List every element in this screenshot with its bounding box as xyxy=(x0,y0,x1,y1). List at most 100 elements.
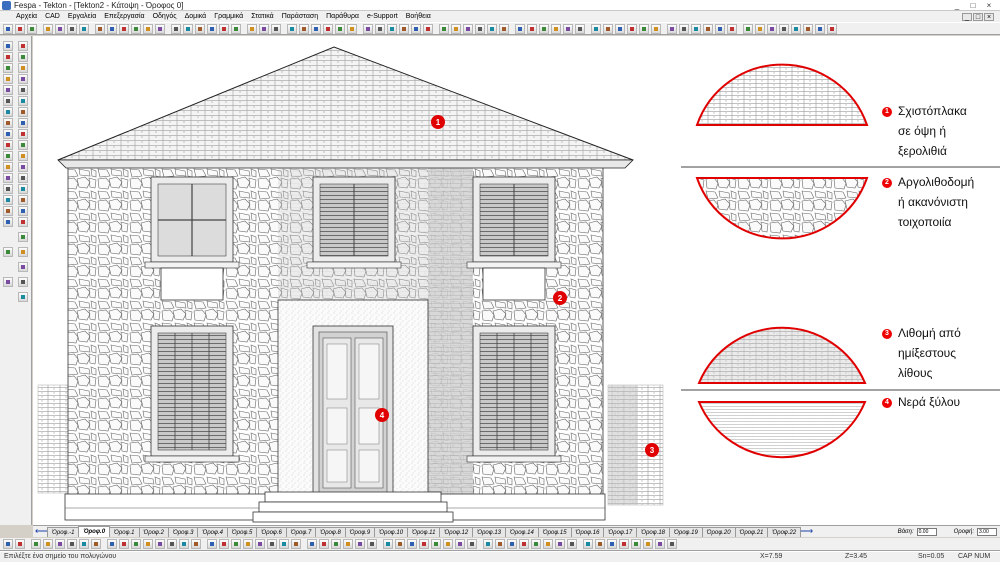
cad-tool-icon[interactable] xyxy=(18,96,28,106)
tool-icon[interactable] xyxy=(55,23,65,34)
cad-tool-icon[interactable] xyxy=(18,129,28,139)
tool-icon[interactable] xyxy=(79,23,89,34)
tool-icon[interactable] xyxy=(107,23,117,34)
tool-icon[interactable] xyxy=(31,539,41,549)
tool-icon[interactable] xyxy=(219,23,229,34)
cad-tool-icon[interactable] xyxy=(18,74,28,84)
tool-icon[interactable] xyxy=(439,23,449,34)
menu-esupport[interactable]: e-Support xyxy=(363,13,402,20)
cad-tool-icon[interactable] xyxy=(3,151,13,161)
tool-icon[interactable] xyxy=(143,539,153,549)
tool-icon[interactable] xyxy=(131,23,141,34)
close-button[interactable]: × xyxy=(982,1,996,10)
tool-icon[interactable] xyxy=(603,23,613,34)
floor-tab[interactable]: Όροφ.12 xyxy=(439,527,474,537)
tool-icon[interactable] xyxy=(411,23,421,34)
doc-close-button[interactable]: × xyxy=(984,12,994,21)
tool-icon[interactable] xyxy=(443,539,453,549)
minimize-button[interactable]: _ xyxy=(950,1,964,10)
tool-icon[interactable] xyxy=(743,23,753,34)
tool-icon[interactable] xyxy=(387,23,397,34)
cad-tool-icon[interactable] xyxy=(3,129,13,139)
tool-icon[interactable] xyxy=(567,539,577,549)
floor-tab[interactable]: Όροφ.6 xyxy=(256,527,287,537)
cad-tool-icon[interactable] xyxy=(3,247,13,257)
tool-icon[interactable] xyxy=(551,23,561,34)
tool-icon[interactable] xyxy=(143,23,153,34)
tool-icon[interactable] xyxy=(119,23,129,34)
cad-tool-icon[interactable] xyxy=(3,195,13,205)
tool-icon[interactable] xyxy=(219,539,229,549)
cad-tool-icon[interactable] xyxy=(18,247,28,257)
tool-icon[interactable] xyxy=(727,23,737,34)
floor-tab[interactable]: Όροφ.19 xyxy=(669,527,703,537)
tool-icon[interactable] xyxy=(703,23,713,34)
tool-icon[interactable] xyxy=(231,23,241,34)
tool-icon[interactable] xyxy=(755,23,765,34)
tab-scroll-right-icon[interactable]: ⟶ xyxy=(800,526,813,537)
tool-icon[interactable] xyxy=(287,23,297,34)
tool-icon[interactable] xyxy=(279,539,289,549)
tool-icon[interactable] xyxy=(583,539,593,549)
floor-tab[interactable]: Όροφ.18 xyxy=(636,527,670,537)
floor-tab[interactable]: Όροφ.2 xyxy=(138,527,169,537)
tool-icon[interactable] xyxy=(195,23,205,34)
tool-icon[interactable] xyxy=(667,23,677,34)
menu-file[interactable]: Αρχεία xyxy=(12,13,41,20)
tool-icon[interactable] xyxy=(231,539,241,549)
floor-tab[interactable]: Όροφ.5 xyxy=(226,527,258,537)
floor-tab[interactable]: Όροφ.21 xyxy=(734,527,769,537)
tool-icon[interactable] xyxy=(483,539,493,549)
cad-tool-icon[interactable] xyxy=(3,96,13,106)
tool-icon[interactable] xyxy=(43,539,53,549)
tool-icon[interactable] xyxy=(407,539,417,549)
tool-icon[interactable] xyxy=(335,23,345,34)
tool-icon[interactable] xyxy=(319,539,329,549)
tool-icon[interactable] xyxy=(155,23,165,34)
tool-icon[interactable] xyxy=(607,539,617,549)
tool-icon[interactable] xyxy=(555,539,565,549)
cad-tool-icon[interactable] xyxy=(3,107,13,117)
cad-tool-icon[interactable] xyxy=(18,206,28,216)
cad-tool-icon[interactable] xyxy=(3,217,13,227)
cad-tool-icon[interactable] xyxy=(18,41,28,51)
cad-tool-icon[interactable] xyxy=(18,118,28,128)
floor-tab[interactable]: Όροφ.-1 xyxy=(47,527,80,537)
tool-icon[interactable] xyxy=(255,539,265,549)
doc-minimize-button[interactable]: _ xyxy=(962,12,972,21)
tool-icon[interactable] xyxy=(3,23,13,34)
cad-tool-icon[interactable] xyxy=(18,151,28,161)
tool-icon[interactable] xyxy=(495,539,505,549)
floor-tab[interactable]: Όροφ.13 xyxy=(472,527,507,537)
floor-tab[interactable]: Όροφ.0 xyxy=(78,526,111,537)
cad-tool-icon[interactable] xyxy=(18,140,28,150)
roof-input[interactable]: 3.00 xyxy=(977,527,997,536)
cad-tool-icon[interactable] xyxy=(18,195,28,205)
tool-icon[interactable] xyxy=(615,23,625,34)
cad-tool-icon[interactable] xyxy=(18,184,28,194)
menu-view[interactable]: Παράσταση xyxy=(278,13,322,20)
tool-icon[interactable] xyxy=(539,23,549,34)
tool-icon[interactable] xyxy=(259,23,269,34)
cad-tool-icon[interactable] xyxy=(18,52,28,62)
tool-icon[interactable] xyxy=(691,23,701,34)
cad-tool-icon[interactable] xyxy=(3,162,13,172)
tool-icon[interactable] xyxy=(107,539,117,549)
menu-guide[interactable]: Οδηγός xyxy=(149,13,181,20)
tool-icon[interactable] xyxy=(91,539,101,549)
menu-windows[interactable]: Παράθυρα xyxy=(322,13,363,20)
tool-icon[interactable] xyxy=(815,23,825,34)
cad-tool-icon[interactable] xyxy=(3,41,13,51)
menu-edit[interactable]: Επεξεργασία xyxy=(100,13,148,20)
floor-tab[interactable]: Όροφ.1 xyxy=(109,527,140,537)
cad-tool-icon[interactable] xyxy=(18,85,28,95)
cad-tool-icon[interactable] xyxy=(18,232,28,242)
tool-icon[interactable] xyxy=(431,539,441,549)
floor-tab[interactable]: Όροφ.11 xyxy=(407,527,441,537)
floor-tab[interactable]: Όροφ.8 xyxy=(315,527,346,537)
tool-icon[interactable] xyxy=(43,23,53,34)
tool-icon[interactable] xyxy=(543,539,553,549)
tool-icon[interactable] xyxy=(643,539,653,549)
tool-icon[interactable] xyxy=(455,539,465,549)
tool-icon[interactable] xyxy=(515,23,525,34)
